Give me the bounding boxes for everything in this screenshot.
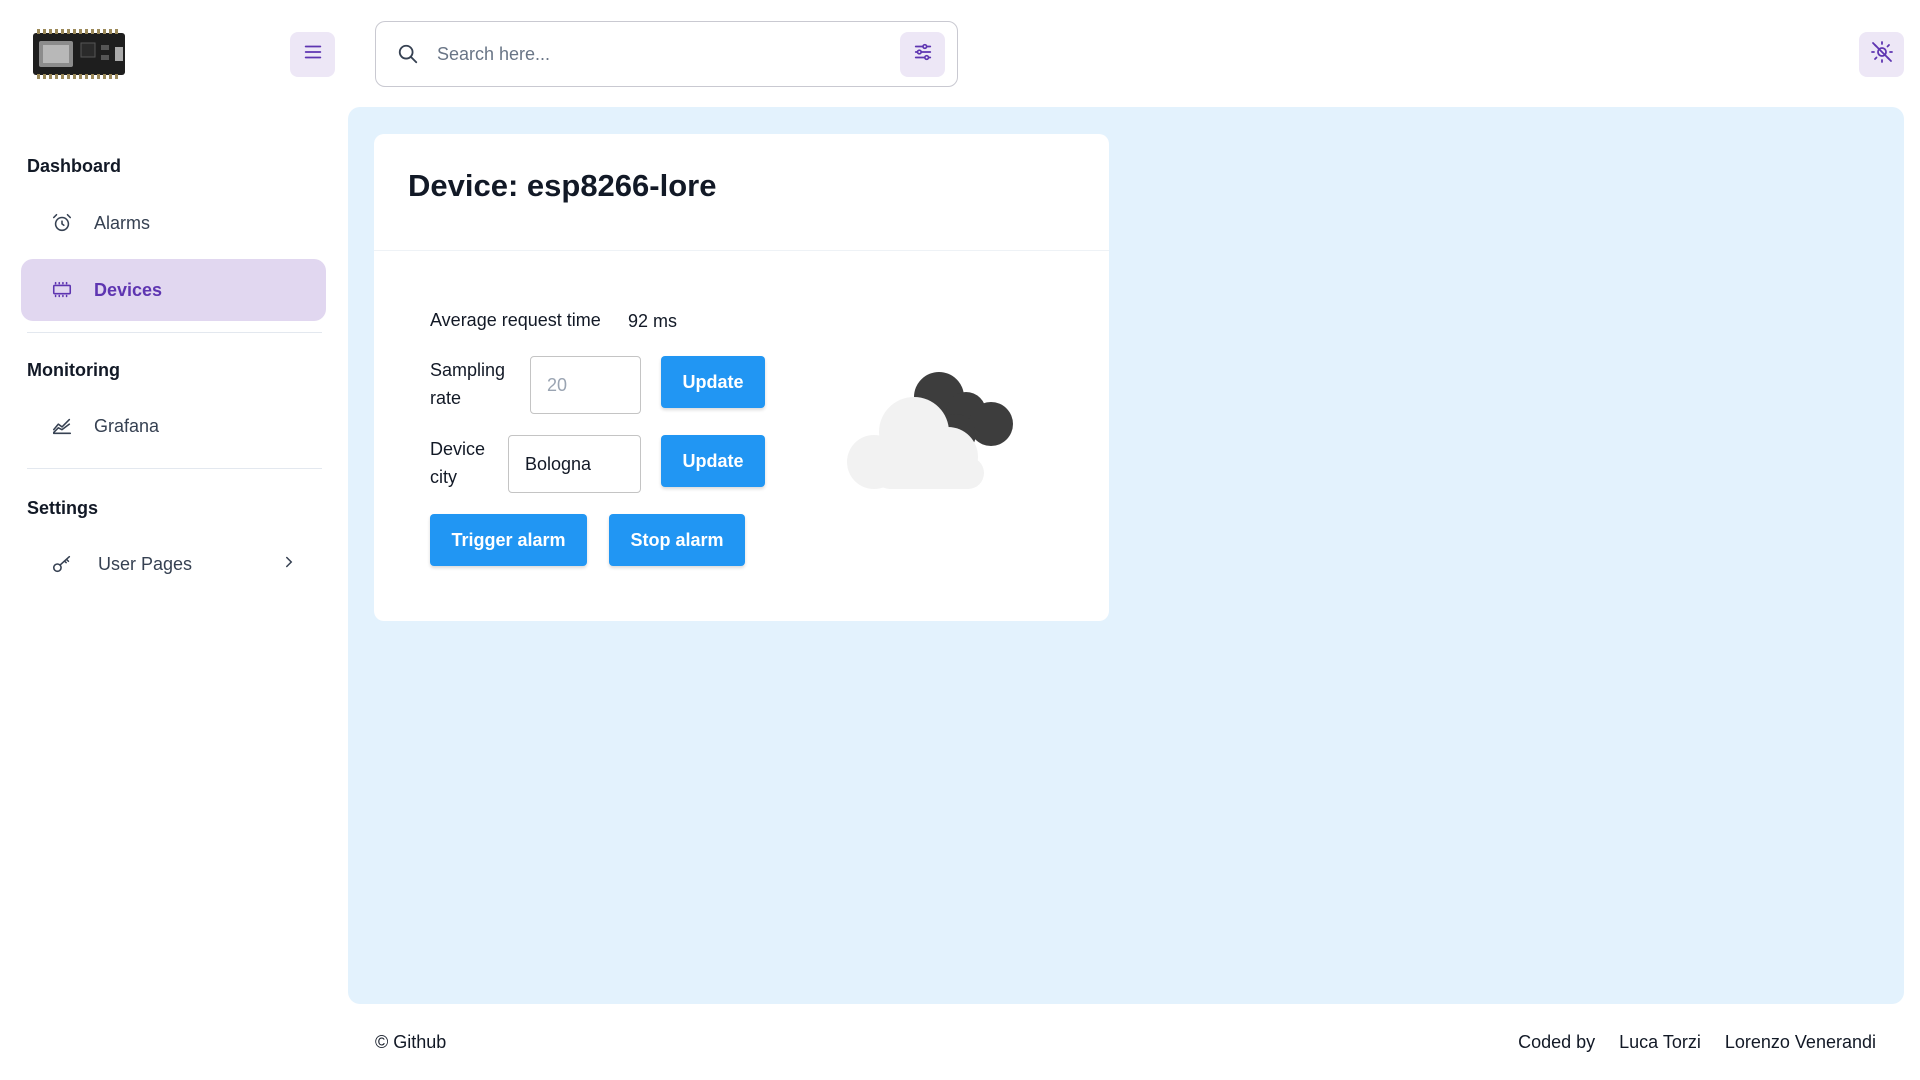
sliders-icon (912, 41, 934, 68)
search-filter-button[interactable] (900, 31, 945, 77)
footer-credits: Coded by Luca Torzi Lorenzo Venerandi (1518, 1032, 1876, 1053)
device-city-input[interactable] (508, 435, 641, 493)
sidebar-item-label: Devices (94, 279, 163, 300)
sidebar-divider (27, 332, 322, 333)
trigger-alarm-button[interactable]: Trigger alarm (430, 514, 587, 566)
cloudy-night-icon (836, 362, 1036, 492)
sidebar-item-devices[interactable]: Devices (21, 259, 326, 321)
author-link[interactable]: Luca Torzi (1619, 1032, 1701, 1053)
card-divider (374, 250, 1109, 251)
device-card: Device: esp8266-lore Average request tim… (374, 134, 1109, 621)
sidebar-section-title: Settings (27, 498, 99, 518)
chart-area-icon (49, 413, 75, 439)
stop-alarm-button[interactable]: Stop alarm (609, 514, 745, 566)
sidebar-item-label: Grafana (94, 415, 160, 436)
device-title: Device: esp8266-lore (408, 168, 717, 203)
hamburger-icon (302, 41, 324, 68)
author-link[interactable]: Lorenzo Venerandi (1725, 1032, 1876, 1053)
main-content: Device: esp8266-lore Average request tim… (348, 107, 1904, 1004)
sidebar-divider (27, 468, 322, 469)
sun-off-icon (1870, 40, 1894, 69)
sidebar-item-grafana[interactable]: Grafana (21, 395, 326, 457)
sidebar-item-user-pages[interactable]: User Pages (21, 533, 326, 595)
device-icon (49, 277, 75, 303)
update-sampling-button[interactable]: Update (661, 356, 765, 408)
device-city-label: Device city (430, 439, 486, 487)
sidebar-section-title: Monitoring (27, 360, 120, 380)
alarm-clock-icon (49, 210, 75, 236)
esp-board-logo[interactable] (31, 29, 127, 79)
sidebar-section-title: Dashboard (27, 156, 122, 176)
sampling-rate-label: Sampling rate (430, 360, 506, 408)
footer-github-link[interactable]: © Github (375, 1032, 446, 1053)
search-input[interactable] (437, 43, 900, 65)
avg-request-label: Average request time (430, 310, 601, 330)
coded-by-label: Coded by (1518, 1032, 1596, 1052)
sidebar-item-label: User Pages (98, 553, 193, 574)
sidebar-item-label: Alarms (94, 212, 151, 233)
chevron-right-icon (280, 553, 298, 571)
avg-request-value: 92 ms (628, 311, 678, 331)
sampling-rate-input[interactable] (530, 356, 641, 414)
sidebar-item-alarms[interactable]: Alarms (21, 192, 326, 254)
theme-toggle-button[interactable] (1859, 32, 1904, 77)
search-bar (375, 21, 958, 87)
key-icon (49, 551, 75, 577)
search-icon (395, 41, 421, 67)
menu-toggle-button[interactable] (290, 32, 335, 77)
update-city-button[interactable]: Update (661, 435, 765, 487)
